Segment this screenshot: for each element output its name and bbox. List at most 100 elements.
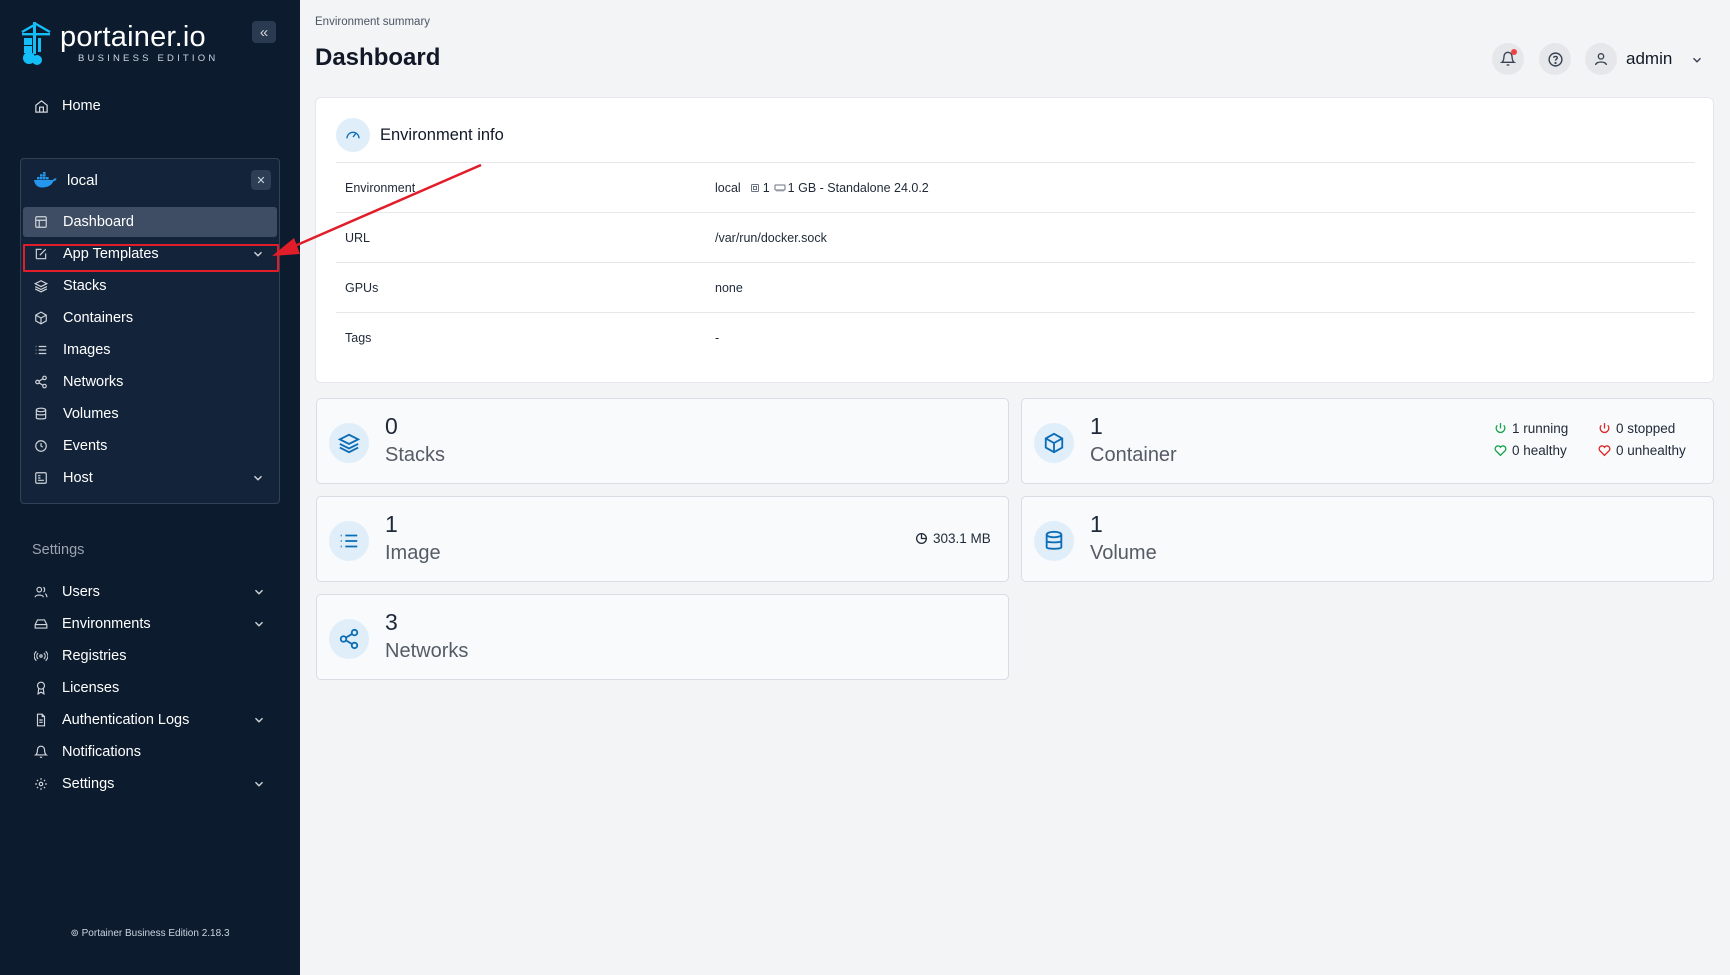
memory-icon bbox=[774, 184, 786, 192]
running-count: 1 running bbox=[1512, 421, 1569, 436]
environment-info-title: Environment info bbox=[380, 125, 504, 144]
info-row-gpus: GPUs none bbox=[336, 262, 1695, 312]
environment-name: local bbox=[67, 171, 98, 189]
volumes-card[interactable]: 1 Volume bbox=[1021, 496, 1714, 582]
dashboard-icon bbox=[33, 214, 49, 230]
user-menu-name[interactable]: admin bbox=[1626, 49, 1672, 69]
help-button[interactable] bbox=[1539, 43, 1571, 75]
info-row-tags: Tags - bbox=[336, 312, 1695, 362]
highlight-box bbox=[23, 244, 279, 272]
share-icon bbox=[33, 374, 49, 390]
database-icon bbox=[33, 406, 49, 422]
sidebar-item-environments[interactable]: Environments bbox=[20, 608, 280, 640]
list-icon bbox=[33, 342, 49, 358]
info-value: - bbox=[715, 331, 720, 345]
heart-icon bbox=[1598, 444, 1611, 457]
notification-dot bbox=[1511, 49, 1517, 55]
sidebar-item-label: Images bbox=[63, 342, 111, 358]
info-key: GPUs bbox=[345, 281, 379, 295]
info-row-environment: Environment local 1 1 GB - Standalone 24… bbox=[336, 162, 1695, 212]
user-icon bbox=[1595, 53, 1607, 66]
page-title: Dashboard bbox=[315, 44, 441, 71]
portainer-small-icon: ⊚ bbox=[70, 928, 79, 939]
portainer-logo[interactable]: portainer.io BUSINESS EDITION bbox=[20, 20, 218, 66]
sidebar-item-registries[interactable]: Registries bbox=[20, 640, 280, 672]
footer-text: Portainer Business Edition 2.18.3 bbox=[81, 928, 230, 939]
sidebar-item-label: Settings bbox=[62, 776, 115, 792]
images-card[interactable]: 1 Image 303.1 MB bbox=[316, 496, 1009, 582]
healthy-count: 0 healthy bbox=[1512, 443, 1567, 458]
info-key: Tags bbox=[345, 331, 372, 345]
volumes-label: Volume bbox=[1090, 542, 1157, 564]
environment-header: local bbox=[21, 159, 279, 201]
sidebar-item-licenses[interactable]: Licenses bbox=[20, 672, 280, 704]
chevron-down-icon bbox=[255, 781, 263, 787]
sidebar-item-host[interactable]: Host bbox=[23, 463, 277, 493]
brand-title: portainer.io bbox=[60, 21, 206, 53]
containers-card[interactable]: 1 Container 1 running 0 stopped 0 health… bbox=[1021, 398, 1714, 484]
chevron-down-icon bbox=[254, 475, 262, 481]
database-icon bbox=[1034, 521, 1074, 561]
docker-icon bbox=[34, 172, 57, 188]
heart-icon bbox=[1494, 444, 1507, 457]
drive-icon bbox=[32, 615, 50, 633]
sidebar-item-images[interactable]: Images bbox=[23, 335, 277, 365]
pie-chart-icon bbox=[915, 532, 928, 545]
sidebar-item-label: Volumes bbox=[63, 406, 119, 422]
sidebar-item-networks[interactable]: Networks bbox=[23, 367, 277, 397]
user-avatar[interactable] bbox=[1585, 43, 1617, 75]
sidebar-item-label: Users bbox=[62, 584, 100, 600]
sidebar-item-events[interactable]: Events bbox=[23, 431, 277, 461]
sidebar-item-volumes[interactable]: Volumes bbox=[23, 399, 277, 429]
notifications-button[interactable] bbox=[1492, 43, 1524, 75]
environment-info-card: Environment info Environment local 1 1 G… bbox=[315, 97, 1714, 383]
sidebar-item-notifications[interactable]: Notifications bbox=[20, 736, 280, 768]
close-environment-button[interactable]: ✕ bbox=[251, 170, 271, 190]
sidebar-item-containers[interactable]: Containers bbox=[23, 303, 277, 333]
memory-and-version: 1 GB - Standalone 24.0.2 bbox=[787, 181, 929, 195]
power-icon bbox=[1598, 422, 1611, 435]
settings-section-label: Settings bbox=[32, 542, 85, 558]
info-key: Environment bbox=[345, 181, 416, 195]
sidebar-item-label: Containers bbox=[63, 310, 134, 326]
sidebar-item-settings[interactable]: Settings bbox=[20, 768, 280, 800]
sidebar-footer: ⊚ Portainer Business Edition 2.18.3 bbox=[0, 928, 300, 939]
sidebar-item-label: Events bbox=[63, 438, 108, 454]
info-value: none bbox=[715, 281, 743, 295]
chevron-down-icon[interactable] bbox=[1690, 53, 1704, 67]
collapse-sidebar-button[interactable]: « bbox=[252, 21, 276, 43]
cpu-count: 1 bbox=[762, 181, 770, 195]
sidebar-item-label: Authentication Logs bbox=[62, 712, 190, 728]
info-value: /var/run/docker.sock bbox=[715, 231, 827, 245]
close-icon: ✕ bbox=[256, 174, 266, 187]
sidebar-item-label: Home bbox=[62, 98, 101, 114]
sidebar-item-home[interactable]: Home bbox=[20, 90, 280, 122]
sidebar-item-stacks[interactable]: Stacks bbox=[23, 271, 277, 301]
networks-label: Networks bbox=[385, 640, 469, 662]
networks-card[interactable]: 3 Networks bbox=[316, 594, 1009, 680]
radio-icon bbox=[32, 647, 50, 665]
cpu-icon bbox=[750, 184, 759, 192]
stacks-card[interactable]: 0 Stacks bbox=[316, 398, 1009, 484]
sidebar-item-label: Networks bbox=[63, 374, 124, 390]
sidebar-item-label: Dashboard bbox=[63, 214, 134, 230]
sidebar-item-dashboard[interactable]: Dashboard bbox=[23, 207, 277, 237]
sidebar-item-users[interactable]: Users bbox=[20, 576, 280, 608]
sidebar-item-label: Licenses bbox=[62, 680, 120, 696]
environment-panel: local ✕ Dashboard App Templates Stacks C… bbox=[20, 158, 280, 504]
images-size-value: 303.1 MB bbox=[933, 531, 991, 546]
unhealthy-count: 0 unhealthy bbox=[1616, 443, 1686, 458]
sidebar-item-label: Stacks bbox=[63, 278, 107, 294]
home-icon bbox=[32, 97, 50, 115]
stopped-count: 0 stopped bbox=[1616, 421, 1676, 436]
box-icon bbox=[1034, 423, 1074, 463]
sidebar-item-label: Notifications bbox=[62, 744, 141, 760]
help-icon bbox=[1547, 51, 1563, 67]
server-icon bbox=[33, 470, 49, 486]
info-row-url: URL /var/run/docker.sock bbox=[336, 212, 1695, 262]
containers-count: 1 bbox=[1090, 413, 1103, 439]
stacks-count: 0 bbox=[385, 413, 398, 439]
list-icon bbox=[329, 521, 369, 561]
images-count: 1 bbox=[385, 511, 398, 537]
sidebar-item-authentication-logs[interactable]: Authentication Logs bbox=[20, 704, 280, 736]
